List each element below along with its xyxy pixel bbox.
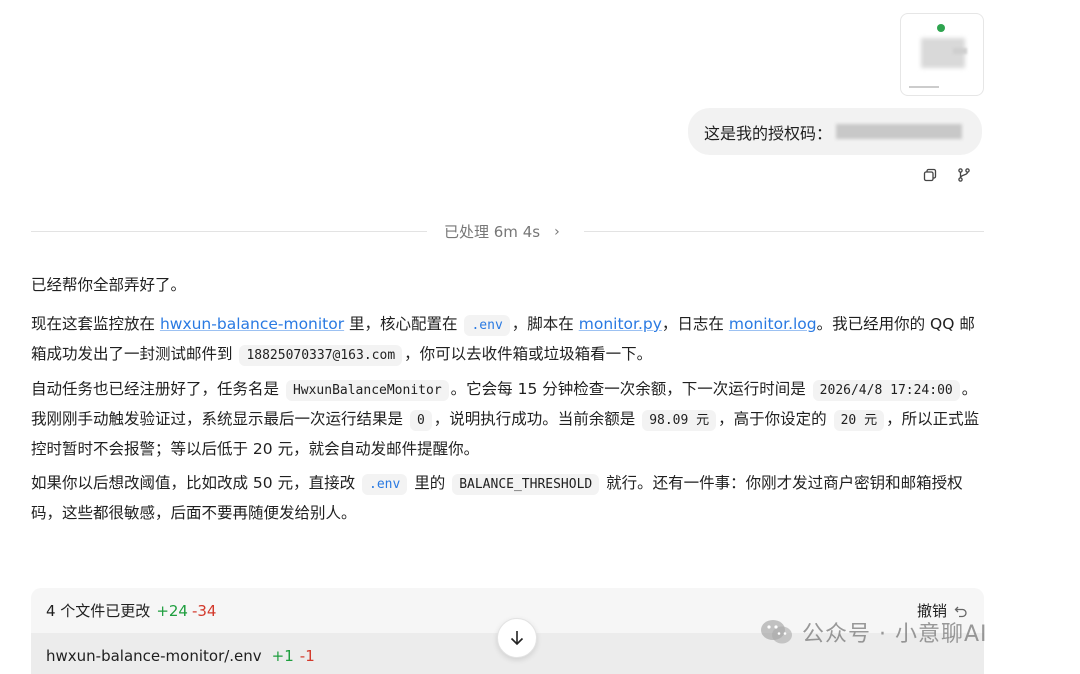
lines-added: +24 bbox=[156, 601, 188, 620]
divider-left bbox=[31, 231, 427, 232]
text: 里，核心配置在 bbox=[344, 315, 463, 333]
thumbnail-text-line bbox=[909, 86, 939, 88]
text: 。它会每 15 分钟检查一次余额，下一次运行时间是 bbox=[450, 380, 811, 398]
email-code: 18825070337@163.com bbox=[239, 345, 403, 366]
script-link[interactable]: monitor.py bbox=[579, 315, 662, 333]
text: 自动任务也已经注册好了，任务名是 bbox=[31, 380, 284, 398]
arrow-down-icon bbox=[510, 631, 524, 646]
assistant-paragraph-3: 自动任务也已经注册好了，任务名是 HwxunBalanceMonitor 。它会每… bbox=[31, 375, 981, 463]
env-file-code[interactable]: .env bbox=[464, 315, 510, 336]
redacted-auth-code bbox=[836, 124, 963, 139]
assistant-paragraph-2: 现在这套监控放在 hwxun-balance-monitor 里，核心配置在 .… bbox=[31, 310, 981, 370]
next-run-time-code: 2026/4/8 17:24:00 bbox=[812, 380, 960, 401]
task-name-code: HwxunBalanceMonitor bbox=[285, 380, 449, 401]
paragraph-text: 已经帮你全部弄好了。 bbox=[31, 276, 187, 294]
processed-toggle[interactable]: 已处理 6m 4s › bbox=[444, 221, 560, 242]
text: ，脚本在 bbox=[511, 315, 579, 333]
text: 如果你以后想改阈值，比如改成 50 元，直接改 bbox=[31, 474, 361, 492]
user-message-bubble: 这是我的授权码： bbox=[688, 108, 982, 155]
user-message-text: 这是我的授权码： bbox=[704, 123, 833, 143]
chevron-right-icon: › bbox=[554, 223, 560, 240]
watermark-text: 公众号 · 小意聊AI bbox=[802, 622, 988, 647]
text: ，日志在 bbox=[661, 315, 729, 333]
env-file-code[interactable]: .env bbox=[362, 474, 408, 495]
blurred-content bbox=[953, 48, 967, 54]
changed-file-name: hwxun-balance-monitor/.env bbox=[46, 646, 262, 665]
folder-link[interactable]: hwxun-balance-monitor bbox=[160, 315, 344, 333]
divider-right bbox=[584, 231, 984, 232]
file-lines-removed: -1 bbox=[299, 646, 315, 665]
processed-label: 已处理 6m 4s bbox=[444, 223, 541, 241]
balance-threshold-code: BALANCE_THRESHOLD bbox=[452, 474, 600, 495]
success-check-icon bbox=[937, 24, 945, 32]
attached-image-thumbnail[interactable] bbox=[900, 13, 984, 96]
text: ，你可以去收件箱或垃圾箱看一下。 bbox=[404, 345, 653, 363]
branch-icon[interactable] bbox=[955, 166, 973, 184]
wechat-icon bbox=[761, 620, 792, 644]
text: 里的 bbox=[409, 474, 451, 492]
changes-summary: 4 个文件已更改 bbox=[46, 602, 151, 620]
lines-removed: -34 bbox=[191, 601, 217, 620]
text: ，高于你设定的 bbox=[718, 410, 832, 428]
balance-code: 98.09 元 bbox=[642, 410, 717, 431]
watermark: 公众号 · 小意聊AI bbox=[760, 616, 988, 648]
assistant-paragraph-1: 已经帮你全部弄好了。 bbox=[31, 271, 981, 299]
text: 现在这套监控放在 bbox=[31, 315, 160, 333]
scroll-to-bottom-button[interactable] bbox=[497, 618, 537, 658]
text: ，说明执行成功。当前余额是 bbox=[433, 410, 641, 428]
file-lines-added: +1 bbox=[271, 646, 294, 665]
copy-icon[interactable] bbox=[921, 166, 939, 184]
assistant-paragraph-4: 如果你以后想改阈值，比如改成 50 元，直接改 .env 里的 BALANCE_… bbox=[31, 469, 981, 527]
log-link[interactable]: monitor.log bbox=[729, 315, 817, 333]
last-result-code: 0 bbox=[409, 410, 432, 431]
threshold-code: 20 元 bbox=[833, 410, 885, 431]
